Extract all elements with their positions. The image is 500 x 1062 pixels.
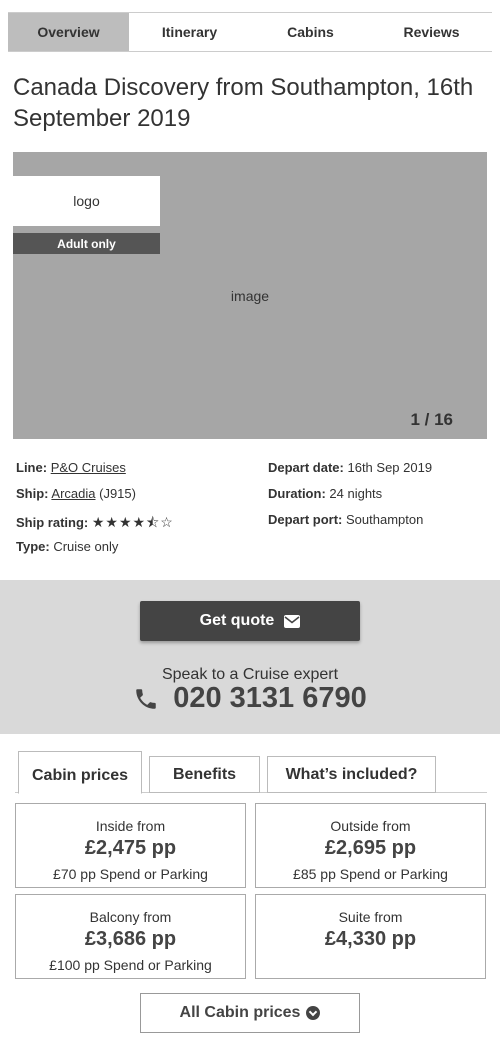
get-quote-label: Get quote — [199, 612, 275, 629]
cabin-card-label: Inside from — [95, 818, 166, 834]
page-title: Canada Discovery from Southampton, 16th … — [13, 74, 474, 132]
cabin-card-outside[interactable]: Outside from £2,695 pp £85 pp Spend or P… — [255, 803, 486, 888]
ship-code: (J915) — [99, 486, 136, 501]
detail-rating: Ship rating: ★★★★⯪☆ — [16, 512, 174, 536]
cruise-line-logo: logo — [13, 176, 160, 226]
detail-ship: Ship: Arcadia (J915) — [16, 486, 136, 501]
tab-cabin-prices[interactable]: Cabin prices — [18, 751, 142, 794]
tab-overview[interactable]: Overview — [8, 13, 129, 51]
tab-cabins[interactable]: Cabins — [250, 13, 371, 51]
top-tab-bar: Overview Itinerary Cabins Reviews — [8, 12, 492, 52]
detail-duration: Duration: 24 nights — [268, 486, 382, 501]
cabin-card-note: £70 pp Spend or Parking — [53, 866, 208, 882]
cabin-card-balcony[interactable]: Balcony from £3,686 pp £100 pp Spend or … — [15, 894, 246, 979]
cabin-card-inside[interactable]: Inside from £2,475 pp £70 pp Spend or Pa… — [15, 803, 246, 888]
adult-only-badge: Adult only — [13, 233, 160, 254]
duration-value: 24 nights — [329, 486, 383, 501]
ship-link[interactable]: Arcadia — [51, 486, 95, 501]
phone-number-link[interactable]: 020 3131 6790 — [173, 682, 367, 715]
cabin-card-price: £4,330 pp — [324, 928, 417, 950]
cabin-card-note: £85 pp Spend or Parking — [293, 866, 448, 882]
tab-whats-included[interactable]: What’s included? — [267, 756, 436, 793]
tab-itinerary[interactable]: Itinerary — [129, 13, 250, 51]
detail-line: Line: P&O Cruises — [16, 460, 126, 475]
detail-depart-port: Depart port: Southampton — [268, 512, 423, 527]
cabin-card-suite[interactable]: Suite from £4,330 pp — [255, 894, 486, 979]
type-label: Type: — [16, 539, 50, 554]
cabin-card-label: Outside from — [330, 818, 411, 834]
image-placeholder: image — [230, 288, 270, 304]
depart-port-label: Depart port: — [268, 512, 343, 527]
depart-date-label: Depart date: — [268, 460, 344, 475]
depart-port-value: Southampton — [346, 512, 424, 527]
star-rating-icon: ★★★★⯪☆ — [91, 514, 174, 530]
tab-benefits[interactable]: Benefits — [149, 756, 260, 793]
line-link[interactable]: P&O Cruises — [51, 460, 126, 475]
all-cabin-prices-button[interactable]: All Cabin prices — [140, 993, 360, 1033]
depart-date-value: 16th Sep 2019 — [347, 460, 433, 475]
tab-reviews[interactable]: Reviews — [371, 13, 492, 51]
detail-type: Type: Cruise only — [16, 539, 118, 554]
phone-icon — [136, 688, 156, 709]
envelope-icon — [284, 614, 301, 628]
rating-label: Ship rating: — [16, 515, 89, 530]
cabin-card-price: £3,686 pp — [84, 928, 177, 950]
get-quote-button[interactable]: Get quote — [140, 601, 360, 641]
duration-label: Duration: — [268, 486, 326, 501]
quote-section: Get quote Speak to a Cruise expert 020 3… — [0, 580, 500, 734]
detail-depart-date: Depart date: 16th Sep 2019 — [268, 460, 432, 475]
hero-image-carousel[interactable]: logo Adult only image 1 / 16 — [13, 152, 487, 439]
chevron-down-icon — [306, 1006, 321, 1020]
ship-label: Ship: — [16, 486, 49, 501]
price-tab-bar: Cabin prices Benefits What’s included? — [15, 750, 487, 794]
cabin-card-price: £2,695 pp — [324, 837, 417, 859]
image-counter: 1 / 16 — [410, 410, 453, 429]
type-value: Cruise only — [53, 539, 119, 554]
cabin-card-label: Suite from — [338, 909, 403, 925]
all-cabin-prices-label: All Cabin prices — [179, 1004, 301, 1021]
cabin-card-note: £100 pp Spend or Parking — [49, 957, 212, 973]
line-label: Line: — [16, 460, 48, 475]
cabin-card-price: £2,475 pp — [84, 837, 177, 859]
cabin-card-label: Balcony from — [89, 909, 172, 925]
phone-row: 020 3131 6790 — [0, 682, 500, 715]
